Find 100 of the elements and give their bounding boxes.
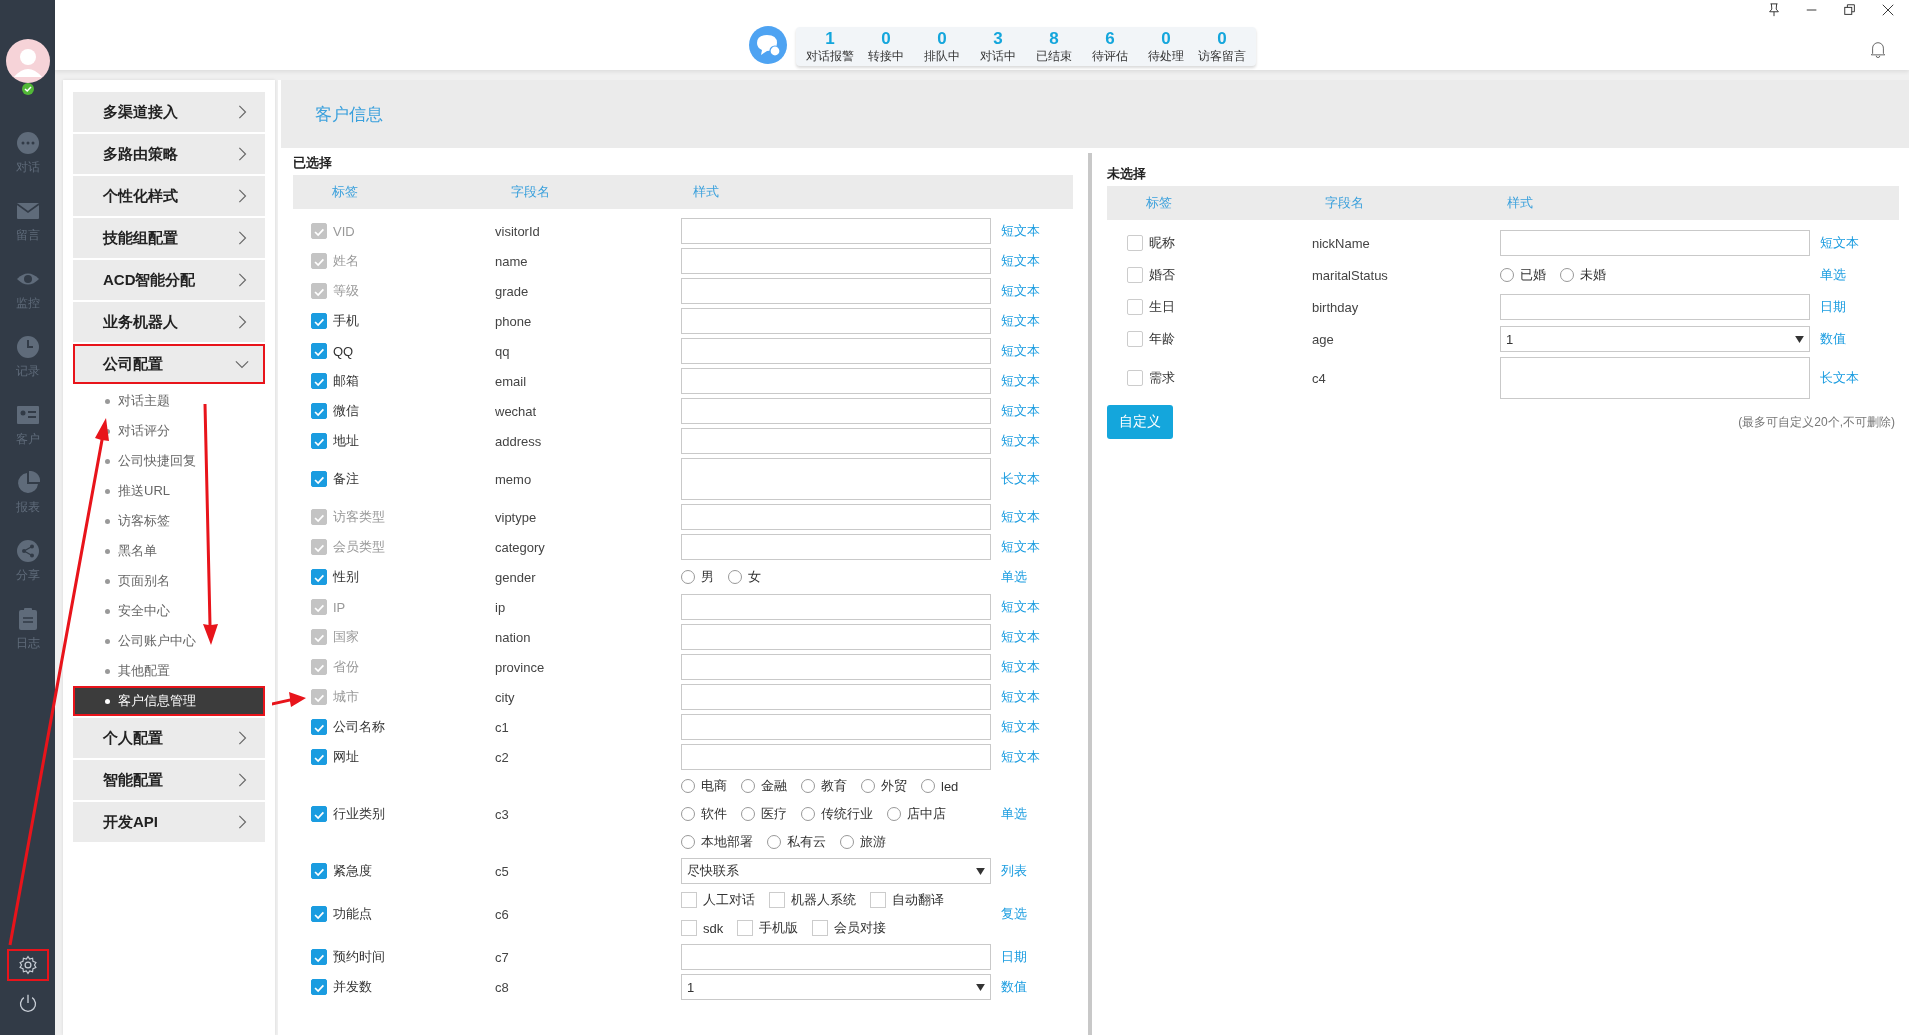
radio-button[interactable] [741, 779, 755, 793]
dropdown[interactable]: 1 [681, 974, 991, 1000]
radio-option[interactable]: 女 [728, 568, 761, 586]
radio-button[interactable] [840, 835, 854, 849]
nav-subitem[interactable]: 公司账户中心 [73, 626, 265, 656]
checkbox[interactable] [1127, 235, 1143, 251]
field-type-link[interactable]: 复选 [1001, 905, 1073, 923]
checkbox[interactable] [311, 949, 327, 965]
radio-option[interactable]: 店中店 [887, 805, 946, 823]
radio-button[interactable] [767, 835, 781, 849]
checkbox[interactable] [311, 863, 327, 879]
text-input[interactable] [681, 684, 991, 710]
text-input[interactable] [681, 624, 991, 650]
checkbox-option[interactable]: sdk [681, 920, 724, 936]
text-input[interactable] [681, 338, 991, 364]
checkbox[interactable] [1127, 370, 1143, 386]
checkbox[interactable] [311, 979, 327, 995]
nav-item[interactable]: 智能配置 [73, 760, 265, 800]
text-input[interactable] [681, 714, 991, 740]
field-type-link[interactable]: 短文本 [1001, 402, 1073, 420]
checkbox[interactable] [1127, 299, 1143, 315]
checkbox[interactable] [769, 892, 785, 908]
radio-button[interactable] [801, 779, 815, 793]
radio-option[interactable]: led [921, 778, 959, 794]
text-input[interactable] [1500, 230, 1810, 256]
nav-item[interactable]: 多渠道接入 [73, 92, 265, 132]
checkbox[interactable] [311, 749, 327, 765]
radio-button[interactable] [681, 570, 695, 584]
text-input[interactable] [681, 308, 991, 334]
radio-option[interactable]: 传统行业 [801, 805, 873, 823]
field-type-link[interactable]: 单选 [1001, 805, 1073, 823]
nav-item[interactable]: 技能组配置 [73, 218, 265, 258]
radio-option[interactable]: 私有云 [767, 833, 826, 851]
radio-button[interactable] [681, 807, 695, 821]
checkbox[interactable] [311, 569, 327, 585]
text-input[interactable] [681, 504, 991, 530]
bell-icon[interactable] [1869, 40, 1887, 58]
radio-button[interactable] [801, 807, 815, 821]
checkbox[interactable] [311, 471, 327, 487]
radio-button[interactable] [887, 807, 901, 821]
checkbox[interactable] [311, 719, 327, 735]
field-type-link[interactable]: 短文本 [1001, 432, 1073, 450]
text-input[interactable] [681, 428, 991, 454]
radio-button[interactable] [921, 779, 935, 793]
radio-option[interactable]: 电商 [681, 777, 727, 795]
field-type-link[interactable]: 数值 [1820, 330, 1899, 348]
checkbox[interactable] [681, 892, 697, 908]
dropdown[interactable]: 尽快联系 [681, 858, 991, 884]
text-input[interactable] [681, 654, 991, 680]
checkbox[interactable] [812, 920, 829, 936]
text-input[interactable] [681, 278, 991, 304]
radio-option[interactable]: 软件 [681, 805, 727, 823]
checkbox[interactable] [681, 920, 697, 936]
text-input[interactable] [681, 534, 991, 560]
radio-option[interactable]: 医疗 [741, 805, 787, 823]
checkbox[interactable] [1127, 267, 1143, 283]
text-input[interactable] [681, 944, 991, 970]
close-icon[interactable] [1881, 3, 1895, 17]
checkbox[interactable] [311, 906, 327, 922]
field-type-link[interactable]: 短文本 [1001, 342, 1073, 360]
radio-option[interactable]: 外贸 [861, 777, 907, 795]
field-type-link[interactable]: 短文本 [1001, 372, 1073, 390]
radio-button[interactable] [1500, 268, 1514, 282]
radio-option[interactable]: 男 [681, 568, 714, 586]
nav-item[interactable]: 开发API [73, 802, 265, 842]
field-type-link[interactable]: 单选 [1001, 568, 1073, 586]
settings-button[interactable] [6, 949, 49, 981]
text-input[interactable] [681, 368, 991, 394]
radio-option[interactable]: 本地部署 [681, 833, 753, 851]
checkbox[interactable] [1127, 331, 1143, 347]
text-area[interactable] [1500, 357, 1810, 399]
checkbox[interactable] [311, 433, 327, 449]
nav-item[interactable]: 个人配置 [73, 718, 265, 758]
dropdown[interactable]: 1 [1500, 326, 1810, 352]
checkbox[interactable] [311, 313, 327, 329]
text-input[interactable] [681, 398, 991, 424]
checkbox-option[interactable]: 自动翻译 [870, 891, 944, 909]
nav-subitem[interactable]: 公司快捷回复 [73, 446, 265, 476]
radio-option[interactable]: 旅游 [840, 833, 886, 851]
radio-option[interactable]: 已婚 [1500, 266, 1546, 284]
field-type-link[interactable]: 日期 [1001, 948, 1073, 966]
text-input[interactable] [681, 248, 991, 274]
field-type-link[interactable]: 单选 [1820, 266, 1899, 284]
checkbox[interactable] [311, 806, 327, 822]
nav-item[interactable]: 公司配置 [73, 344, 265, 384]
text-input[interactable] [1500, 294, 1810, 320]
radio-button[interactable] [728, 570, 742, 584]
nav-item[interactable]: 多路由策略 [73, 134, 265, 174]
nav-subitem[interactable]: 页面别名 [73, 566, 265, 596]
text-input[interactable] [681, 594, 991, 620]
nav-subitem[interactable]: 访客标签 [73, 506, 265, 536]
field-type-link[interactable]: 短文本 [1001, 748, 1073, 766]
text-area[interactable] [681, 458, 991, 500]
radio-button[interactable] [741, 807, 755, 821]
checkbox-option[interactable]: 人工对话 [681, 891, 755, 909]
radio-button[interactable] [681, 779, 695, 793]
radio-option[interactable]: 金融 [741, 777, 787, 795]
nav-subitem[interactable]: 黑名单 [73, 536, 265, 566]
checkbox-option[interactable]: 机器人系统 [769, 891, 856, 909]
nav-subitem[interactable]: 对话主题 [73, 386, 265, 416]
